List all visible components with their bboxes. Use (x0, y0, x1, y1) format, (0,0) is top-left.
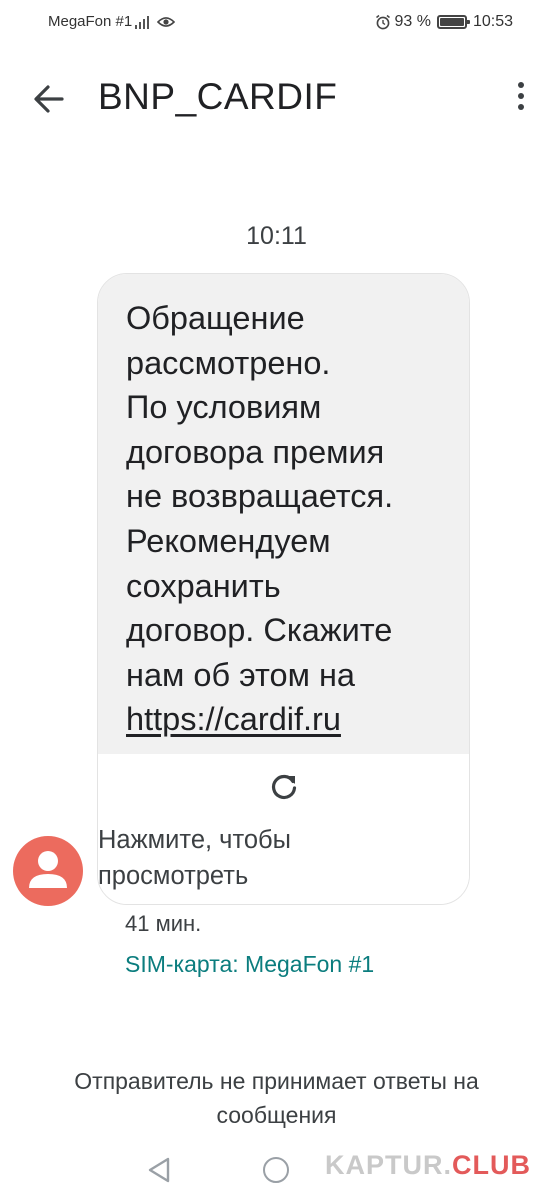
sim-card-label: SIM-карта: MegaFon #1 (125, 951, 375, 977)
nav-back-icon[interactable] (146, 1156, 172, 1184)
message-line: Рекомендуем (126, 522, 331, 559)
nav-home-icon[interactable] (263, 1157, 289, 1183)
preview-line: просмотреть (98, 862, 249, 890)
sender-avatar[interactable] (13, 836, 83, 906)
conversation-title: BNP_CARDIF (98, 76, 338, 117)
signal-icon (135, 15, 150, 29)
message-timestamp: 10:11 (246, 222, 307, 250)
message-line: рассмотрено. (126, 344, 331, 381)
refresh-icon[interactable] (269, 772, 299, 802)
message-link[interactable]: https://cardif.ru (126, 701, 341, 737)
alarm-icon (376, 14, 391, 30)
more-options-icon[interactable] (515, 82, 527, 118)
eye-icon (157, 16, 176, 27)
carrier-name: MegaFon #1 (48, 13, 133, 30)
message-line: сохранить (126, 567, 281, 604)
message-line: договор. Скажите (126, 612, 393, 649)
watermark-prefix: KAPTUR. (325, 1150, 452, 1180)
message-body: Обращение рассмотрено. По условиям догов… (98, 274, 469, 754)
message-line: не возвращается. (126, 478, 394, 515)
clock: 10:53 (472, 13, 513, 30)
message-line: По условиям (126, 389, 322, 426)
back-arrow-icon[interactable] (32, 82, 66, 116)
message-line: нам об этом на (126, 656, 355, 693)
watermark-logo: KAPTUR.CLUB (325, 1150, 531, 1181)
battery-percent: 93 % (394, 13, 431, 30)
app-header: BNP_CARDIF (0, 62, 553, 138)
message-age: 41 мин. (125, 911, 202, 936)
link-preview[interactable]: Нажмите, чтобы просмотреть (98, 754, 469, 904)
no-reply-notice: Отправитель не принимает ответы на сообщ… (0, 1064, 553, 1132)
person-icon (29, 851, 67, 888)
notice-line: Отправитель не принимает ответы на (74, 1068, 479, 1094)
status-left: MegaFon #1 (48, 13, 176, 30)
message-line: Обращение (126, 300, 305, 336)
preview-text[interactable]: Нажмите, чтобы просмотреть (98, 822, 291, 894)
battery-icon (436, 15, 470, 29)
notice-line: сообщения (216, 1102, 337, 1128)
preview-line: Нажмите, чтобы (98, 826, 291, 854)
message-bubble[interactable]: Обращение рассмотрено. По условиям догов… (97, 273, 470, 905)
message-line: договора премия (126, 433, 385, 470)
status-right: 93 % 10:53 (375, 13, 513, 31)
watermark-suffix: CLUB (452, 1150, 531, 1180)
status-bar: MegaFon #1 93 % 10:53 (0, 0, 553, 44)
